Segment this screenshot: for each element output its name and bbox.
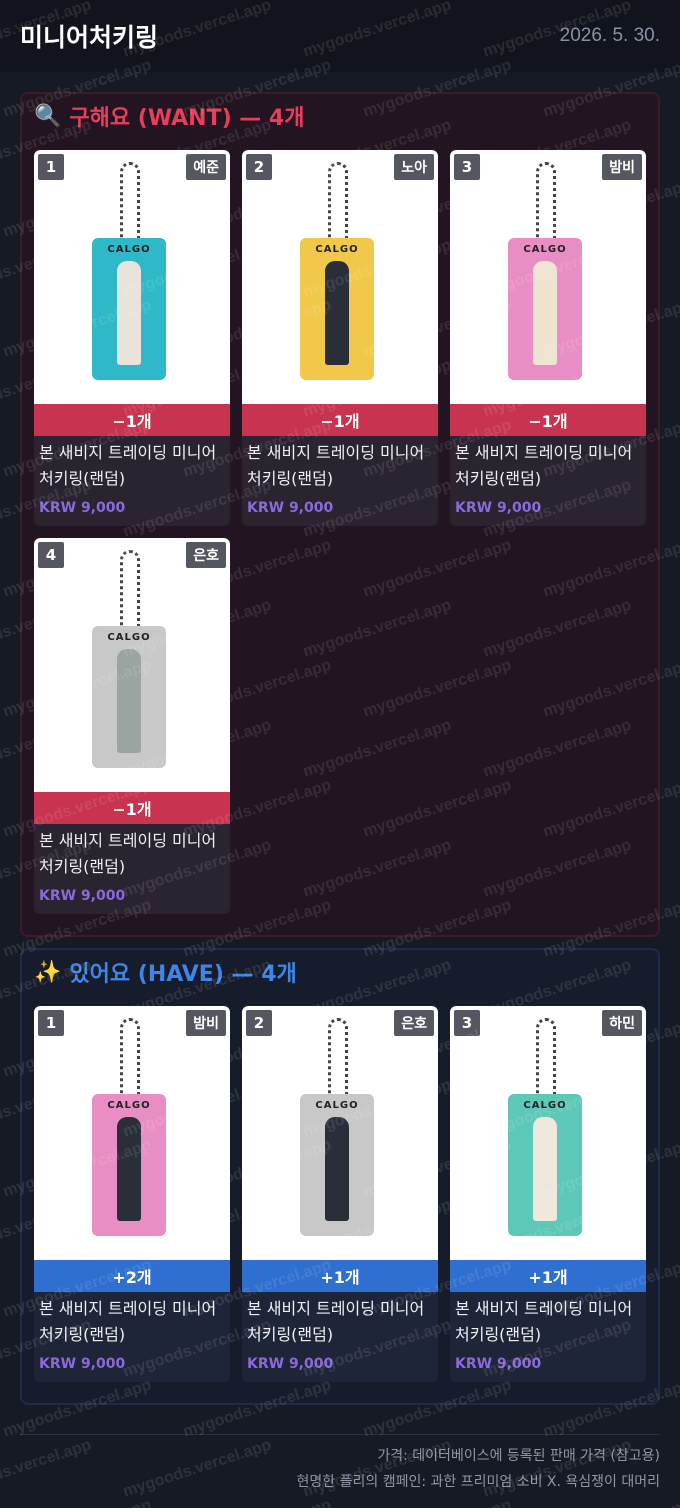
page-date: 2026. 5. 30. — [559, 25, 660, 46]
app-header: 미니어처키링 2026. 5. 30. — [0, 0, 680, 72]
keyring-plate: CALGO — [300, 1094, 374, 1236]
watermark-text: mygoods.vercel.app — [541, 1497, 680, 1508]
keyring-logo: CALGO — [315, 244, 359, 255]
product-price: KRW 9,000 — [455, 1356, 542, 1372]
keyring-logo: CALGO — [107, 632, 151, 643]
figure-image — [533, 261, 557, 365]
want-section: 🔍 구해요 (WANT) — 4개 CALGO 1 예준 −1개 본 새비지 트… — [20, 92, 660, 937]
quantity-bar: −1개 — [34, 404, 230, 436]
product-name: 본 새비지 트레이딩 미니어처키링(랜덤) — [455, 443, 633, 488]
have-title-text: 있어요 (HAVE) — 4개 — [69, 962, 297, 987]
product-image[interactable]: CALGO 1 예준 — [34, 150, 230, 404]
figure-image — [325, 1117, 349, 1221]
quantity-bar: +2개 — [34, 1260, 230, 1292]
keyring-plate: CALGO — [92, 238, 166, 380]
member-badge: 밤비 — [602, 154, 642, 180]
product-price: KRW 9,000 — [455, 500, 542, 516]
product-image[interactable]: CALGO 2 노아 — [242, 150, 438, 404]
figure-image — [533, 1117, 557, 1221]
rank-badge: 2 — [246, 1010, 272, 1036]
have-grid: CALGO 1 밤비 +2개 본 새비지 트레이딩 미니어처키링(랜덤) KRW… — [34, 1006, 646, 1382]
figure-image — [117, 649, 141, 753]
watermark-text: mygoods.vercel.app — [181, 1497, 334, 1508]
product-name: 본 새비지 트레이딩 미니어처키링(랜덤) — [39, 443, 217, 488]
product-image[interactable]: CALGO 3 밤비 — [450, 150, 646, 404]
sparkles-icon: ✨ — [34, 959, 62, 985]
rank-badge: 4 — [38, 542, 64, 568]
keyring-plate: CALGO — [508, 238, 582, 380]
member-badge: 하민 — [602, 1010, 642, 1036]
search-icon: 🔍 — [34, 103, 62, 129]
rank-badge: 3 — [454, 1010, 480, 1036]
product-price: KRW 9,000 — [39, 500, 126, 516]
product-card[interactable]: CALGO 2 은호 +1개 본 새비지 트레이딩 미니어처키링(랜덤) KRW… — [242, 1006, 438, 1382]
footer-price-note: 가격: 데이터베이스에 등록된 판매 가격 (참고용) — [377, 1448, 660, 1464]
rank-badge: 1 — [38, 154, 64, 180]
quantity-bar: −1개 — [450, 404, 646, 436]
quantity-bar: −1개 — [242, 404, 438, 436]
keyring-logo: CALGO — [523, 244, 567, 255]
quantity-bar: −1개 — [34, 792, 230, 824]
product-name: 본 새비지 트레이딩 미니어처키링(랜덤) — [247, 443, 425, 488]
product-price: KRW 9,000 — [247, 500, 334, 516]
product-name: 본 새비지 트레이딩 미니어처키링(랜덤) — [39, 831, 217, 876]
figure-image — [325, 261, 349, 365]
member-badge: 은호 — [186, 542, 226, 568]
keyring-logo: CALGO — [315, 1100, 359, 1111]
product-price: KRW 9,000 — [247, 1356, 334, 1372]
footer-campaign-note: 현명한 플리의 캠페인: 과한 프리미엄 소비 X. 욕심쟁이 대머리 — [296, 1474, 660, 1490]
keyring-logo: CALGO — [107, 244, 151, 255]
watermark-text: mygoods.vercel.app — [361, 1497, 514, 1508]
want-section-title: 🔍 구해요 (WANT) — 4개 — [34, 94, 646, 138]
want-grid: CALGO 1 예준 −1개 본 새비지 트레이딩 미니어처키링(랜덤) KRW… — [34, 150, 646, 914]
keyring-plate: CALGO — [300, 238, 374, 380]
quantity-bar: +1개 — [242, 1260, 438, 1292]
product-image[interactable]: CALGO 1 밤비 — [34, 1006, 230, 1260]
product-card[interactable]: CALGO 1 예준 −1개 본 새비지 트레이딩 미니어처키링(랜덤) KRW… — [34, 150, 230, 526]
product-price: KRW 9,000 — [39, 888, 126, 904]
rank-badge: 3 — [454, 154, 480, 180]
product-image[interactable]: CALGO 3 하민 — [450, 1006, 646, 1260]
product-card[interactable]: CALGO 1 밤비 +2개 본 새비지 트레이딩 미니어처키링(랜덤) KRW… — [34, 1006, 230, 1382]
product-card[interactable]: CALGO 3 밤비 −1개 본 새비지 트레이딩 미니어처키링(랜덤) KRW… — [450, 150, 646, 526]
product-name: 본 새비지 트레이딩 미니어처키링(랜덤) — [39, 1299, 217, 1344]
page-title: 미니어처키링 — [20, 23, 159, 52]
figure-image — [117, 261, 141, 365]
rank-badge: 2 — [246, 154, 272, 180]
have-section: ✨ 있어요 (HAVE) — 4개 CALGO 1 밤비 +2개 본 새비지 트… — [20, 948, 660, 1405]
keyring-plate: CALGO — [92, 626, 166, 768]
have-section-title: ✨ 있어요 (HAVE) — 4개 — [34, 950, 646, 994]
product-card[interactable]: CALGO 4 은호 −1개 본 새비지 트레이딩 미니어처키링(랜덤) KRW… — [34, 538, 230, 914]
footer: 가격: 데이터베이스에 등록된 판매 가격 (참고용) 현명한 플리의 캠페인:… — [20, 1434, 660, 1495]
rank-badge: 1 — [38, 1010, 64, 1036]
product-card[interactable]: CALGO 3 하민 +1개 본 새비지 트레이딩 미니어처키링(랜덤) KRW… — [450, 1006, 646, 1382]
keyring-plate: CALGO — [92, 1094, 166, 1236]
keyring-logo: CALGO — [523, 1100, 567, 1111]
want-title-text: 구해요 (WANT) — 4개 — [69, 106, 305, 131]
product-card[interactable]: CALGO 2 노아 −1개 본 새비지 트레이딩 미니어처키링(랜덤) KRW… — [242, 150, 438, 526]
member-badge: 예준 — [186, 154, 226, 180]
member-badge: 밤비 — [186, 1010, 226, 1036]
product-name: 본 새비지 트레이딩 미니어처키링(랜덤) — [455, 1299, 633, 1344]
figure-image — [117, 1117, 141, 1221]
watermark-text: mygoods.vercel.app — [1, 1497, 154, 1508]
keyring-logo: CALGO — [107, 1100, 151, 1111]
product-image[interactable]: CALGO 2 은호 — [242, 1006, 438, 1260]
quantity-bar: +1개 — [450, 1260, 646, 1292]
keyring-plate: CALGO — [508, 1094, 582, 1236]
member-badge: 노아 — [394, 154, 434, 180]
product-image[interactable]: CALGO 4 은호 — [34, 538, 230, 792]
product-price: KRW 9,000 — [39, 1356, 126, 1372]
member-badge: 은호 — [394, 1010, 434, 1036]
product-name: 본 새비지 트레이딩 미니어처키링(랜덤) — [247, 1299, 425, 1344]
